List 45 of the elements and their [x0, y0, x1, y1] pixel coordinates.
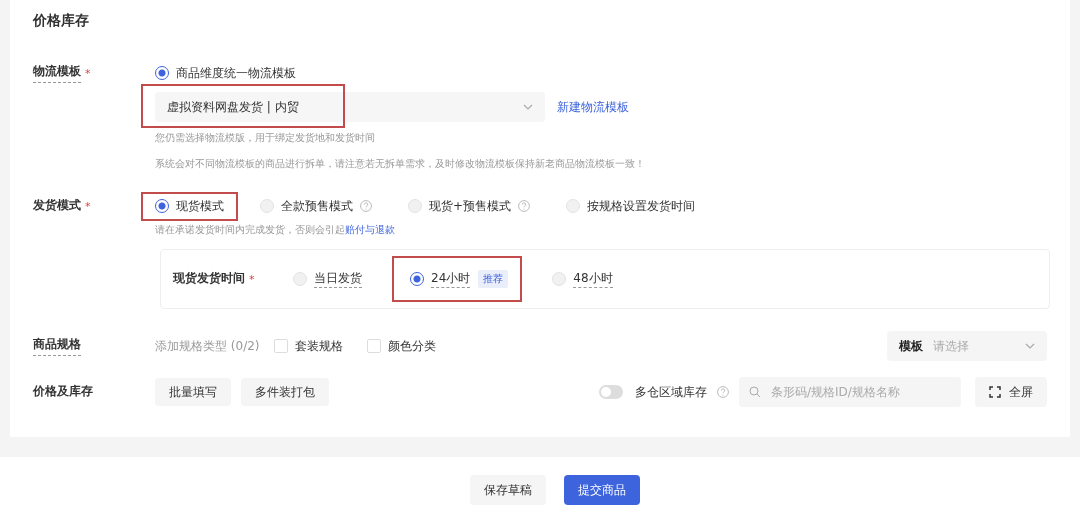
select-placeholder: 请选择: [933, 337, 970, 355]
submit-button[interactable]: 提交商品: [564, 475, 640, 505]
template-select[interactable]: 模板 请选择: [887, 331, 1047, 361]
template-select[interactable]: 虚拟资料网盘发货 | 内贸: [155, 92, 545, 122]
toggle-label: 多仓区域库存: [635, 383, 707, 401]
checkbox-option[interactable]: 套装规格: [273, 337, 343, 355]
select-label: 模板: [899, 337, 923, 355]
radio-option[interactable]: 全款预售模式: [260, 197, 372, 215]
spec-count-text: 添加规格类型 (0/2): [155, 337, 260, 355]
new-template-link[interactable]: 新建物流模板: [557, 98, 629, 116]
field-label: 价格及库存: [33, 382, 93, 400]
help-icon[interactable]: [360, 200, 372, 212]
field-label: 现货发货时间: [173, 269, 245, 287]
fullscreen-button[interactable]: 全屏: [975, 377, 1047, 407]
select-value: 虚拟资料网盘发货 | 内贸: [167, 98, 299, 116]
help-icon[interactable]: [717, 386, 729, 398]
action-button[interactable]: 多件装打包: [241, 378, 329, 406]
required-mark: *: [249, 272, 255, 286]
help-icon[interactable]: [518, 200, 531, 212]
hint-text: 请在承诺发货时间内完成发货，否则会引起赔付与退款: [155, 223, 396, 237]
search-icon: [749, 386, 761, 398]
field-label: 物流模板: [33, 63, 81, 83]
chevron-down-icon: [1025, 343, 1035, 349]
checkbox-option[interactable]: 颜色分类: [366, 337, 436, 355]
radio-option[interactable]: 按规格设置发货时间: [566, 197, 696, 215]
field-label: 商品规格: [33, 336, 81, 356]
required-mark: *: [85, 66, 91, 80]
compensation-link[interactable]: 赔付与退款: [345, 224, 395, 235]
field-label: 发货模式: [33, 196, 81, 214]
save-draft-button[interactable]: 保存草稿: [470, 475, 546, 505]
radio-option[interactable]: 24小时: [410, 270, 471, 288]
action-button[interactable]: 批量填写: [155, 378, 231, 406]
chevron-down-icon: [523, 104, 533, 110]
radio-option[interactable]: 当日发货: [293, 270, 362, 288]
toggle-switch[interactable]: [599, 385, 623, 399]
search-input[interactable]: 条形码/规格ID/规格名称: [769, 384, 939, 400]
radio-option[interactable]: 现货+预售模式: [408, 197, 531, 215]
required-mark: *: [85, 199, 91, 213]
section-title: 价格库存: [33, 12, 90, 30]
hint-text: 您仍需选择物流模版，用于绑定发货地和发货时间: [155, 131, 376, 145]
radio-option[interactable]: 48小时: [552, 270, 613, 288]
fullscreen-icon: [989, 386, 1001, 398]
radio-option[interactable]: 商品维度统一物流模板: [155, 64, 296, 82]
search-field[interactable]: 条形码/规格ID/规格名称: [739, 377, 961, 407]
recommend-badge: 推荐: [478, 270, 509, 288]
